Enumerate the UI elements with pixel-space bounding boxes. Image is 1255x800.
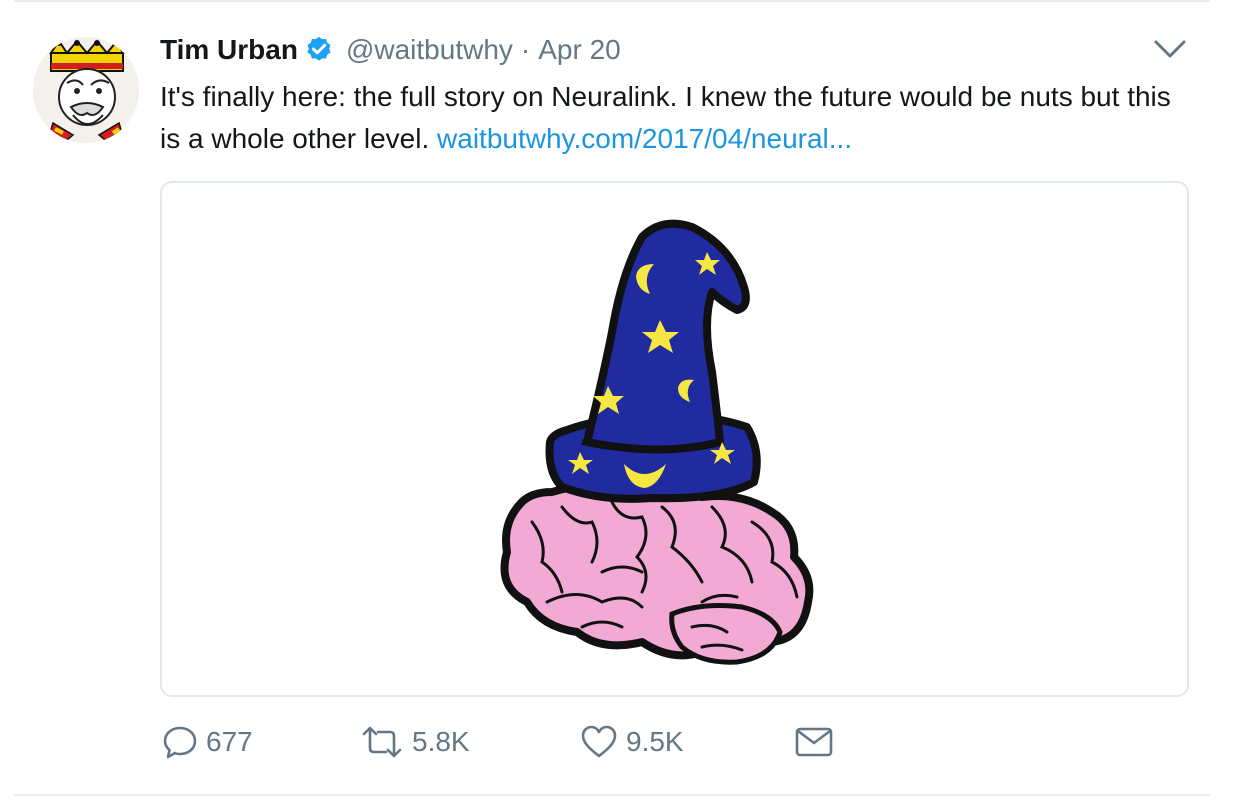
tweet-actions: 677 5.8K 9.5K: [160, 718, 1160, 766]
author-name[interactable]: Tim Urban: [160, 30, 298, 70]
like-count: 9.5K: [626, 726, 684, 757]
heart-icon: [581, 725, 617, 758]
envelope-icon: [795, 727, 833, 757]
tweet-media[interactable]: [160, 181, 1189, 697]
tweet-date[interactable]: Apr 20: [538, 30, 621, 70]
bottom-divider: [14, 794, 1210, 796]
like-button[interactable]: 9.5K: [580, 718, 684, 766]
king-card-avatar-icon: [33, 37, 139, 143]
tweet-link[interactable]: waitbutwhy.com/2017/04/neural...: [437, 123, 852, 154]
direct-message-button[interactable]: [794, 718, 842, 766]
tweet-text: It's finally here: the full story on Neu…: [160, 76, 1180, 160]
avatar[interactable]: [33, 37, 139, 143]
reply-button[interactable]: 677: [162, 718, 253, 766]
author-handle[interactable]: @waitbutwhy: [346, 30, 513, 70]
retweet-button[interactable]: 5.8K: [360, 718, 470, 766]
wizard-hat-brain-image-icon: [500, 219, 814, 665]
retweet-icon: [362, 726, 402, 758]
retweet-count: 5.8K: [412, 726, 470, 757]
header-separator: ·: [520, 34, 531, 65]
reply-icon: [163, 726, 197, 759]
tweet-header: Tim Urban @waitbutwhy · Apr 20: [160, 30, 621, 70]
verified-badge-icon: [307, 36, 331, 61]
chevron-down-icon[interactable]: [1152, 36, 1188, 62]
tweet-card[interactable]: Tim Urban @waitbutwhy · Apr 20 It's fina…: [0, 0, 1255, 800]
reply-count: 677: [206, 726, 253, 757]
